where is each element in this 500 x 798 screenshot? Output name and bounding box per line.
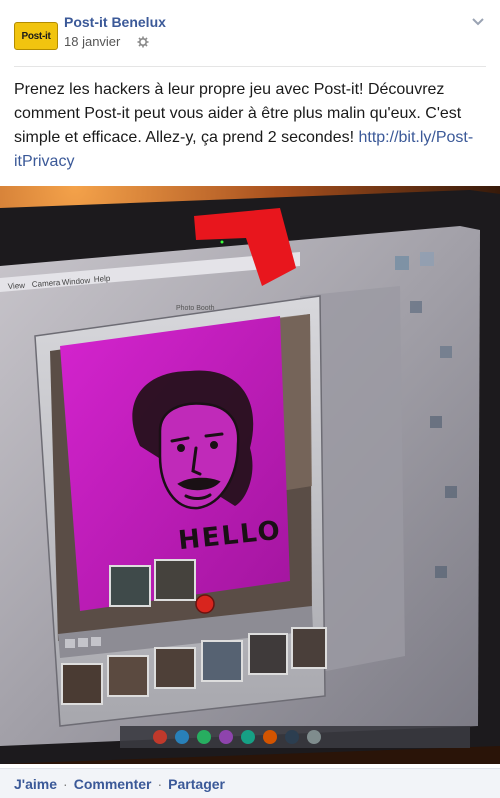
- header-divider: [14, 66, 486, 67]
- page-name-link[interactable]: Post-it Benelux: [64, 14, 166, 30]
- shutter-button: [195, 594, 215, 614]
- webcam-light: [220, 240, 224, 244]
- post-header: Post-it Post-it Benelux 18 janvier: [0, 0, 500, 66]
- action-separator: ·: [157, 775, 163, 792]
- photo-booth-title: Photo Booth: [176, 305, 215, 312]
- post-photo[interactable]: View Camera Window Help Photo Booth HELL…: [0, 186, 500, 764]
- avatar-logo-text: Post-it: [21, 30, 51, 42]
- gear-icon: [137, 36, 149, 48]
- post-actions: J'aime · Commenter · Partager: [0, 768, 500, 798]
- dock: [120, 726, 470, 748]
- menu-item-help: Help: [94, 274, 112, 284]
- page-avatar[interactable]: Post-it: [14, 22, 58, 50]
- post-message: Prenez les hackers à leur propre jeu ave…: [14, 78, 488, 174]
- post-timestamp[interactable]: 18 janvier: [64, 34, 120, 49]
- share-link[interactable]: Partager: [168, 776, 225, 792]
- action-separator: ·: [63, 775, 68, 792]
- chevron-down-icon[interactable]: [470, 14, 486, 30]
- comment-link[interactable]: Commenter: [74, 776, 152, 792]
- menu-item-view: View: [8, 281, 26, 291]
- view-toggle: [65, 639, 75, 648]
- facebook-post: Post-it Post-it Benelux 18 janvier Prene…: [0, 0, 500, 798]
- like-link[interactable]: J'aime: [14, 776, 57, 792]
